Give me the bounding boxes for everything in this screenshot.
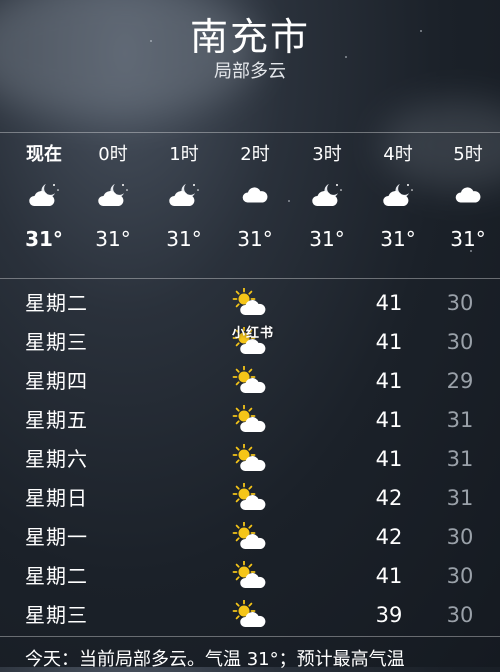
hourly-forecast[interactable]: 现在 31° 0时 31° 1时 31° 2时 31° 3时 31° 4时 31° 5时 31°: [0, 140, 500, 278]
current-condition: 局部多云: [214, 61, 286, 82]
day-name: 星期四: [25, 369, 88, 393]
high-temperature: 41: [375, 447, 403, 471]
daily-row: 星期四 41 29: [0, 362, 500, 401]
hour-temperature: 31°: [166, 227, 202, 251]
daily-row: 星期一 42 30: [0, 518, 500, 557]
hour-label: 2时: [240, 144, 270, 165]
hour-temperature: 31°: [450, 227, 486, 251]
low-temperature: 31: [446, 486, 474, 510]
day-name: 星期二: [25, 564, 88, 588]
high-temperature: 41: [375, 291, 403, 315]
hourly-item: 现在 31°: [9, 140, 79, 254]
partly-cloudy-night-icon: [363, 170, 433, 220]
partly-sunny-icon: [232, 287, 268, 318]
high-temperature: 41: [375, 330, 403, 354]
hour-label: 4时: [383, 144, 413, 165]
hour-label: 现在: [26, 144, 62, 165]
partly-sunny-icon: [232, 365, 268, 396]
day-name: 星期三: [25, 330, 88, 354]
low-temperature: 30: [446, 564, 474, 588]
divider: [0, 636, 500, 637]
divider: [0, 278, 500, 279]
cloud-icon: [220, 170, 290, 220]
partly-sunny-icon: [232, 560, 268, 591]
low-temperature: 30: [446, 525, 474, 549]
low-temperature: 29: [446, 369, 474, 393]
partly-cloudy-night-icon: [9, 170, 79, 220]
partly-sunny-icon: [232, 404, 268, 435]
day-name: 星期六: [25, 447, 88, 471]
hour-temperature: 31°: [95, 227, 131, 251]
daily-row: 星期三 39 30: [0, 596, 500, 635]
low-temperature: 31: [446, 447, 474, 471]
watermark-text: 小红书: [232, 326, 275, 341]
partly-sunny-icon: [232, 599, 268, 630]
partly-sunny-icon: [232, 443, 268, 474]
high-temperature: 42: [375, 525, 403, 549]
cloud-icon: [433, 170, 500, 220]
hour-temperature: 31°: [25, 227, 63, 251]
hour-temperature: 31°: [237, 227, 273, 251]
day-name: 星期二: [25, 291, 88, 315]
partly-cloudy-night-icon: [292, 170, 362, 220]
day-name: 星期一: [25, 525, 88, 549]
hour-label: 3时: [312, 144, 342, 165]
hourly-item: 2时 31°: [220, 140, 290, 254]
partly-cloudy-night-icon: [149, 170, 219, 220]
partly-cloudy-night-icon: [78, 170, 148, 220]
today-summary: 今天：当前局部多云。气温 31°；预计最高气温: [25, 649, 405, 670]
daily-row: 星期五 41 31: [0, 401, 500, 440]
hourly-item: 4时 31°: [363, 140, 433, 254]
hour-label: 5时: [453, 144, 483, 165]
daily-row: 星期六 41 31: [0, 440, 500, 479]
daily-row: 星期二 41 30: [0, 284, 500, 323]
daily-row: 星期二 41 30: [0, 557, 500, 596]
high-temperature: 39: [375, 603, 403, 627]
city-name: 南充市: [189, 15, 310, 59]
high-temperature: 41: [375, 564, 403, 588]
high-temperature: 42: [375, 486, 403, 510]
low-temperature: 30: [446, 603, 474, 627]
divider: [0, 132, 500, 133]
day-name: 星期五: [25, 408, 88, 432]
hourly-item: 3时 31°: [292, 140, 362, 254]
day-name: 星期三: [25, 603, 88, 627]
day-name: 星期日: [25, 486, 88, 510]
low-temperature: 30: [446, 330, 474, 354]
hourly-item: 1时 31°: [149, 140, 219, 254]
hour-temperature: 31°: [380, 227, 416, 251]
partly-sunny-icon: [232, 521, 268, 552]
hour-label: 0时: [98, 144, 128, 165]
hour-temperature: 31°: [309, 227, 345, 251]
hour-label: 1时: [169, 144, 199, 165]
high-temperature: 41: [375, 369, 403, 393]
hourly-item: 5时 31°: [433, 140, 500, 254]
low-temperature: 30: [446, 291, 474, 315]
location-header: 南充市 局部多云: [0, 14, 500, 84]
low-temperature: 31: [446, 408, 474, 432]
hourly-item: 0时 31°: [78, 140, 148, 254]
daily-row: 星期日 42 31: [0, 479, 500, 518]
partly-sunny-icon: [232, 482, 268, 513]
high-temperature: 41: [375, 408, 403, 432]
